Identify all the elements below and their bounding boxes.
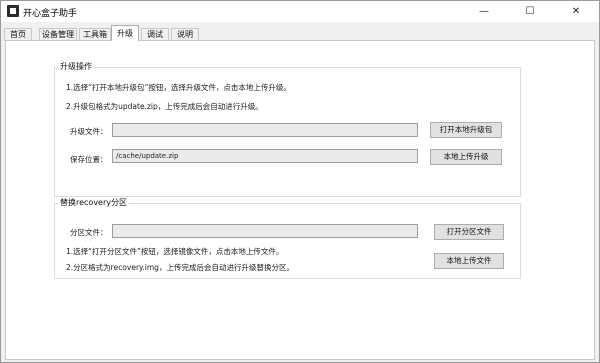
tab-bar: 首页 设备管理 工具箱 升级 调试 说明 <box>1 25 599 41</box>
save-location-label: 保存位置： <box>70 155 108 164</box>
maximize-button[interactable]: ☐ <box>507 1 553 22</box>
partition-file-label: 分区文件： <box>70 228 108 237</box>
app-window: 开心盒子助手 — ☐ ✕ 首页 设备管理 工具箱 升级 调试 说明 升级操作 1… <box>0 0 600 363</box>
open-local-package-button[interactable]: 打开本地升级包 <box>430 122 502 138</box>
upgrade-instruction-2: 2.升级包格式为update.zip，上传完成后会自动进行升级。 <box>66 102 263 111</box>
recovery-instruction-1: 1.选择“打开分区文件”按钮，选择镜像文件，点击本地上传文件。 <box>66 247 284 256</box>
upgrade-file-label: 升级文件： <box>70 127 108 136</box>
open-partition-file-button[interactable]: 打开分区文件 <box>434 224 504 240</box>
tab-upgrade[interactable]: 升级 <box>111 25 139 41</box>
app-logo-icon <box>7 5 19 17</box>
upgrade-panel: 升级操作 1.选择“打开本地升级包”按钮，选择升级文件，点击本地上传升级。 2.… <box>5 40 595 360</box>
upgrade-instruction-1: 1.选择“打开本地升级包”按钮，选择升级文件，点击本地上传升级。 <box>66 83 291 92</box>
local-upload-upgrade-button[interactable]: 本地上传升级 <box>430 149 502 165</box>
title-bar: 开心盒子助手 — ☐ ✕ <box>1 1 599 22</box>
minimize-button[interactable]: — <box>461 1 507 22</box>
upgrade-file-field[interactable] <box>112 123 418 137</box>
close-button[interactable]: ✕ <box>553 1 599 22</box>
recovery-instruction-2: 2.分区格式为recovery.img，上传完成后会自动进行升级替换分区。 <box>66 263 294 272</box>
save-location-field[interactable]: /cache/update.zip <box>112 149 418 163</box>
window-title: 开心盒子助手 <box>23 9 78 19</box>
local-upload-file-button[interactable]: 本地上传文件 <box>434 253 504 269</box>
partition-file-field[interactable] <box>112 224 418 238</box>
recovery-group-title: 替换recovery分区 <box>58 197 130 208</box>
upgrade-group-title: 升级操作 <box>58 61 94 72</box>
